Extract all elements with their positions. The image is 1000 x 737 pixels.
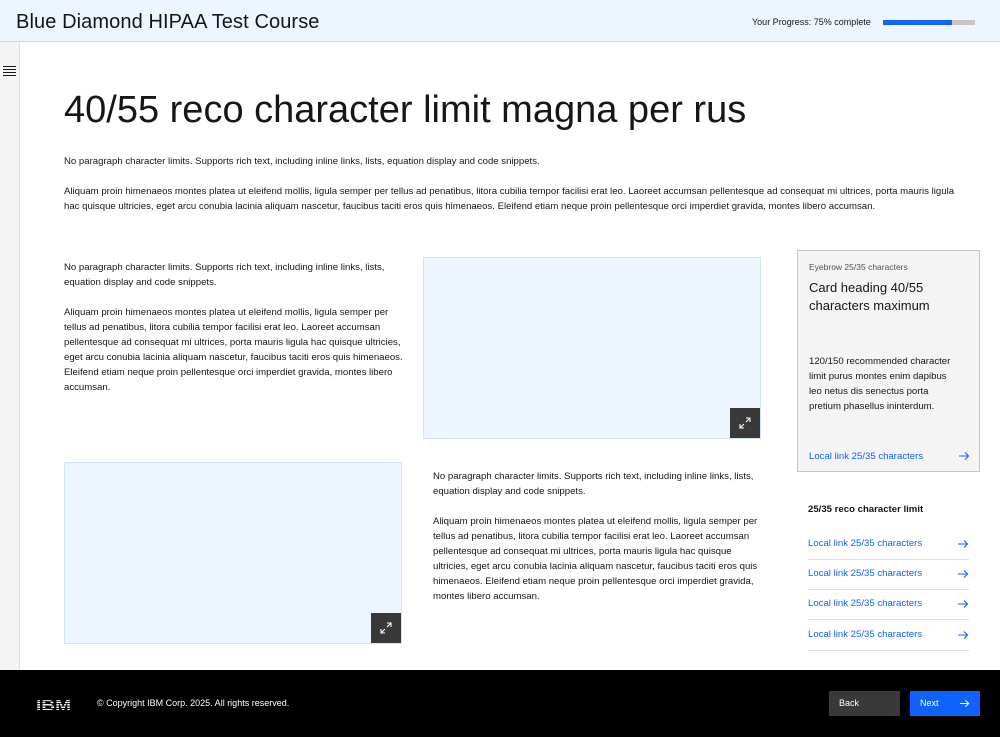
- progress-bar-fill: [883, 20, 952, 25]
- local-link-label: Local link 25/35 characters: [808, 568, 923, 579]
- progress-label: Your Progress: 75% complete: [752, 17, 871, 27]
- card-link[interactable]: Local link 25/35 characters: [809, 451, 923, 463]
- intro-paragraph-1: No paragraph character limits. Supports …: [64, 156, 540, 167]
- card-body: 120/150 recommended character limit puru…: [809, 356, 951, 412]
- card-eyebrow: Eyebrow 25/35 characters: [809, 262, 908, 272]
- course-title: Blue Diamond HIPAA Test Course: [16, 11, 320, 33]
- next-button-label: Next: [920, 698, 939, 708]
- local-link-label: Local link 25/35 characters: [808, 629, 923, 640]
- local-link-4[interactable]: Local link 25/35 characters: [808, 621, 969, 651]
- card-heading: Card heading 40/55 characters maximum: [809, 280, 930, 313]
- right-column-paragraph-2: Aliquam proin himenaeos montes platea ut…: [433, 516, 758, 602]
- intro-paragraph-2: Aliquam proin himenaeos montes platea ut…: [64, 186, 955, 212]
- arrow-right-icon: [958, 600, 969, 608]
- copyright-text: © Copyright IBM Corp. 2025. All rights r…: [97, 698, 290, 708]
- back-button[interactable]: Back: [829, 691, 900, 716]
- menu-icon[interactable]: [3, 66, 16, 77]
- info-card: Eyebrow 25/35 characters Card heading 40…: [797, 250, 980, 472]
- expand-media-button[interactable]: [371, 613, 401, 643]
- right-column-paragraph-1: No paragraph character limits. Supports …: [433, 471, 754, 497]
- svg-text:IBM: IBM: [36, 697, 71, 711]
- expand-media-button[interactable]: [730, 408, 760, 438]
- maximize-icon: [739, 417, 751, 429]
- local-link-1[interactable]: Local link 25/35 characters: [808, 530, 969, 560]
- local-link-3[interactable]: Local link 25/35 characters: [808, 590, 969, 620]
- media-placeholder-1: [423, 257, 761, 439]
- maximize-icon: [380, 622, 392, 634]
- footer: IBM © Copyright IBM Corp. 2025. All righ…: [0, 670, 1000, 737]
- local-link-2[interactable]: Local link 25/35 characters: [808, 560, 969, 590]
- links-list-title: 25/35 reco character limit: [808, 504, 924, 515]
- arrow-right-icon: [959, 699, 970, 708]
- local-link-label: Local link 25/35 characters: [808, 598, 923, 609]
- page-title: 40/55 reco character limit magna per rus: [64, 89, 747, 131]
- left-column-paragraph-2: Aliquam proin himenaeos montes platea ut…: [64, 307, 403, 393]
- arrow-right-icon: [958, 540, 969, 548]
- local-link-label: Local link 25/35 characters: [808, 538, 923, 549]
- back-button-label: Back: [839, 698, 860, 708]
- arrow-right-icon: [958, 631, 969, 639]
- left-column-paragraph-1: No paragraph character limits. Supports …: [64, 262, 385, 288]
- progress-bar: [883, 20, 975, 25]
- top-header: Blue Diamond HIPAA Test Course Your Prog…: [0, 0, 1000, 42]
- ibm-logo: IBM: [36, 697, 71, 711]
- next-button[interactable]: Next: [910, 691, 980, 716]
- arrow-right-icon[interactable]: [958, 450, 970, 462]
- side-rail: [0, 42, 20, 670]
- media-placeholder-2: [64, 462, 402, 644]
- arrow-right-icon: [958, 570, 969, 578]
